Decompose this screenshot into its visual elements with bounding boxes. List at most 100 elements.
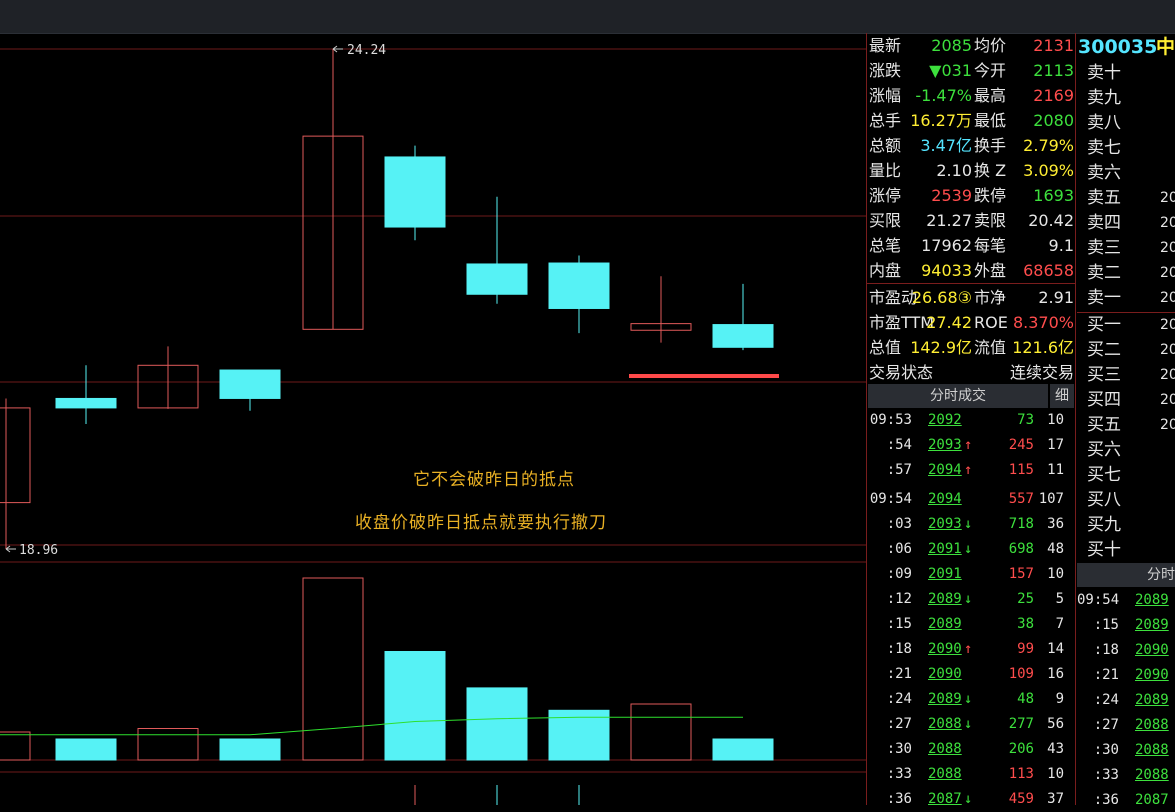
quote-label: 内盘 <box>869 261 902 280</box>
sell-level-label: 卖一 <box>1087 288 1121 308</box>
tick-count: 37 <box>1047 791 1064 807</box>
annotation-line-2: 收盘价破昨日抵点就要执行撤刀 <box>355 513 607 533</box>
quote-label: 均价 <box>974 36 1007 55</box>
book-tick-time: :33 <box>1093 767 1119 783</box>
tick-price: 2087 <box>928 791 962 807</box>
tick-time: :57 <box>886 462 912 478</box>
tick-arrow: ↓ <box>964 791 973 807</box>
tick-volume: 277 <box>1008 716 1034 732</box>
quote-label: 总额 <box>869 136 902 155</box>
tick-volume: 459 <box>1008 791 1034 807</box>
tick-count: 17 <box>1047 437 1064 453</box>
sell-price: 20 <box>1160 240 1175 256</box>
tick-arrow: ↓ <box>964 541 973 557</box>
tick-count: 7 <box>1055 616 1064 632</box>
candle-body <box>466 263 528 295</box>
tick-time: :27 <box>886 716 912 732</box>
quote-value: -1.47% <box>915 86 972 105</box>
quote-value: 17962 <box>921 236 972 255</box>
tick-volume: 109 <box>1008 666 1034 682</box>
candlestick-chart[interactable]: 24.24 18.96 <box>0 33 866 805</box>
buy-price: 20 <box>1160 417 1175 433</box>
order-book-panel: 300035 中卖十 卖九 卖八 卖七 卖六 卖五 20 卖四 20 卖三 20 卖二 20 卖一 20 买一 2… <box>1077 33 1175 805</box>
buy-level-label: 买一 <box>1087 315 1121 335</box>
quote-value: 3.47亿 <box>920 136 972 155</box>
quote-label: 涨跌 <box>869 61 902 80</box>
volume-bar <box>219 738 281 761</box>
tick-time: :30 <box>886 741 912 757</box>
tick-volume: 38 <box>1017 616 1034 632</box>
tick-arrow: ↓ <box>964 516 973 532</box>
book-tick-price: 2090 <box>1135 667 1169 683</box>
quote-label: 总笔 <box>869 236 902 255</box>
tick-volume: 245 <box>1008 437 1034 453</box>
book-tick-time: :15 <box>1093 617 1119 633</box>
quote-label: 换手 <box>974 136 1007 155</box>
buy-level-label: 买三 <box>1087 365 1121 385</box>
sell-level-label: 卖七 <box>1087 138 1121 158</box>
quote-label: 今开 <box>974 61 1007 80</box>
quote-label: 最低 <box>974 111 1007 130</box>
buy-price: 20 <box>1160 367 1175 383</box>
tick-volume: 698 <box>1008 541 1034 557</box>
quote-label: ROE <box>974 313 1008 332</box>
high-price-label: 24.24 <box>347 43 386 58</box>
book-tick-price: 2089 <box>1135 692 1169 708</box>
tick-price: 2092 <box>928 412 962 428</box>
buy-level-label: 买十 <box>1087 540 1121 560</box>
tick-volume: 48 <box>1017 691 1034 707</box>
tick-count: 10 <box>1047 766 1064 782</box>
tick-price: 2090 <box>928 641 962 657</box>
buy-price: 20 <box>1160 392 1175 408</box>
tick-detail-button[interactable]: 细 <box>1050 384 1074 408</box>
quote-label: 最新 <box>869 36 902 55</box>
tick-volume: 113 <box>1008 766 1034 782</box>
quote-value: 2169 <box>1033 86 1074 105</box>
stock-code: 300035 <box>1078 36 1158 58</box>
quote-value: 2.79% <box>1023 136 1074 155</box>
quote-divider <box>867 283 1075 284</box>
tick-volume: 157 <box>1008 566 1034 582</box>
tick-time: :12 <box>886 591 912 607</box>
tick-list[interactable]: 09:53 2092 73 10:54 2093 ↑ 245 17:57 2094 ↑ 115 11 0… <box>868 408 1075 807</box>
tick-price: 2088 <box>928 741 962 757</box>
book-tick-price: 2088 <box>1135 717 1169 733</box>
tick-price: 2088 <box>928 766 962 782</box>
sell-level-label: 卖八 <box>1087 113 1121 133</box>
quote-value: 3.09% <box>1023 161 1074 180</box>
tick-volume: 25 <box>1017 591 1034 607</box>
tick-time: 09:53 <box>869 412 912 428</box>
volume-bar <box>630 703 692 761</box>
stock-name: 中 <box>1156 36 1175 58</box>
buy-level-label: 买八 <box>1087 490 1121 510</box>
sell-level-label: 卖六 <box>1087 163 1121 183</box>
tick-arrow: ↑ <box>964 437 973 453</box>
tick-volume: 99 <box>1017 641 1034 657</box>
sell-price: 20 <box>1160 190 1175 206</box>
quote-value: 9.1 <box>1048 236 1074 255</box>
candle-body <box>219 369 281 399</box>
tick-count: 48 <box>1047 541 1064 557</box>
sell-level-label: 卖十 <box>1087 63 1121 83</box>
sell-price: 20 <box>1160 265 1175 281</box>
book-tick-time: :24 <box>1093 692 1119 708</box>
quote-value: 27.42 <box>926 313 972 332</box>
sell-level-label: 卖三 <box>1087 238 1121 258</box>
tick-time: :54 <box>886 437 912 453</box>
tick-count: 5 <box>1055 591 1064 607</box>
quote-value: 26.68③ <box>911 288 972 307</box>
book-tick-header: 分时 <box>1077 563 1175 587</box>
tick-price: 2089 <box>928 591 962 607</box>
tick-time: :06 <box>886 541 912 557</box>
candle-body <box>548 262 610 309</box>
sell-level-label: 卖九 <box>1087 88 1121 108</box>
buy-level-label: 买四 <box>1087 390 1121 410</box>
buy-price: 20 <box>1160 317 1175 333</box>
buy-level-label: 买五 <box>1087 415 1121 435</box>
tick-count: 14 <box>1047 641 1064 657</box>
quote-value: 2113 <box>1033 61 1074 80</box>
tick-volume: 115 <box>1008 462 1034 478</box>
quote-value: 连续交易 <box>1009 363 1074 382</box>
book-tick-price: 2089 <box>1135 592 1169 608</box>
quote-label: 流值 <box>974 338 1007 357</box>
